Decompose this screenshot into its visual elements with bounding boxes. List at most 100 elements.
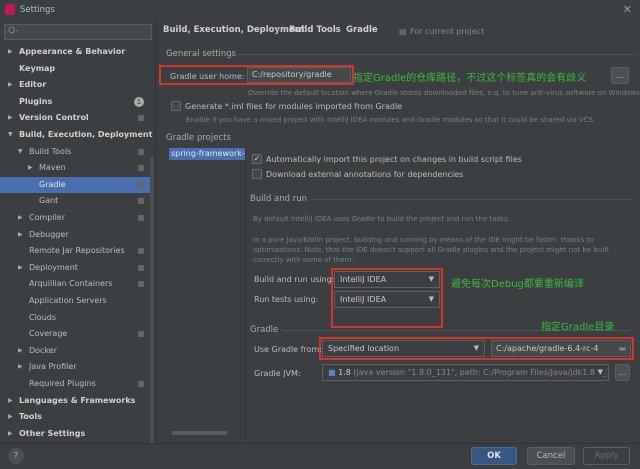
user-home-hint: Override the default location where Grad… bbox=[248, 89, 640, 97]
general-settings-heading: General settings bbox=[166, 49, 236, 59]
sidebar-item-label: Keymap bbox=[19, 61, 55, 77]
sidebar-item-arquillian-containers[interactable]: Arquillian Containers bbox=[0, 276, 150, 292]
sidebar-item-label: Deployment bbox=[29, 260, 78, 276]
sidebar-item-build-tools[interactable]: ▼Build Tools bbox=[0, 144, 150, 160]
sidebar-item-tools[interactable]: ▶Tools bbox=[0, 409, 150, 425]
sidebar-item-docker[interactable]: ▶ Docker bbox=[0, 343, 150, 359]
chevron-right-icon[interactable]: ▶ bbox=[18, 343, 23, 359]
sidebar-item-label: Remote Jar Repositories bbox=[29, 243, 125, 259]
chevron-down-icon[interactable]: ▼ bbox=[18, 144, 23, 160]
sidebar-scrollbar[interactable] bbox=[150, 157, 154, 447]
sidebar-item-application-servers[interactable]: Application Servers bbox=[0, 293, 150, 309]
project-level-icon bbox=[138, 198, 144, 204]
browse-user-home-button[interactable]: ... bbox=[611, 67, 629, 84]
gradle-jvm-label: Gradle JVM: bbox=[254, 369, 301, 378]
chevron-right-icon[interactable]: ▶ bbox=[8, 393, 13, 409]
project-level-icon bbox=[138, 248, 144, 254]
sidebar-item-label: Editor bbox=[19, 77, 46, 93]
chevron-right-icon[interactable]: ▶ bbox=[28, 160, 33, 176]
sidebar-item-label: Docker bbox=[29, 343, 57, 359]
jvm-more-button[interactable]: ... bbox=[615, 364, 630, 381]
sidebar-item-appearance-behavior[interactable]: ▶ Appearance & Behavior bbox=[0, 44, 150, 60]
download-annotations-checkbox[interactable] bbox=[252, 169, 262, 179]
chevron-down-icon[interactable]: ▼ bbox=[8, 127, 13, 143]
gradle-location-value: C:/apache/gradle-6.4-rc-4 bbox=[496, 344, 598, 353]
sidebar-item-compiler[interactable]: ▶Compiler bbox=[0, 210, 150, 226]
sidebar-item-label: Appearance & Behavior bbox=[19, 44, 125, 60]
chevron-down-icon: ▼ bbox=[429, 272, 434, 287]
sidebar-item-plugins[interactable]: Plugins1 bbox=[0, 94, 150, 110]
project-list: spring-framework-m bbox=[169, 148, 246, 443]
cancel-button[interactable]: Cancel bbox=[527, 447, 575, 465]
annotation-build-run: 避免每次Debug都要重新编译 bbox=[451, 275, 584, 290]
auto-import-label: Automatically import this project on cha… bbox=[266, 155, 522, 164]
generate-iml-checkbox[interactable] bbox=[171, 101, 181, 111]
chevron-right-icon[interactable]: ▶ bbox=[8, 110, 13, 126]
window-title: Settings bbox=[20, 5, 55, 15]
build-run-using-select[interactable]: IntelliJ IDEA ▼ bbox=[334, 271, 440, 288]
settings-sidebar: Q- ▶ Appearance & BehaviorKeymap ▶ EditorPl… bbox=[0, 20, 155, 443]
sidebar-item-label: Version Control bbox=[19, 110, 89, 126]
sidebar-item-version-control[interactable]: ▶ Version Control bbox=[0, 110, 150, 126]
sidebar-item-build-execution-deployment[interactable]: ▼ Build, Execution, Deployment bbox=[0, 127, 150, 143]
sidebar-item-required-plugins[interactable]: Required Plugins bbox=[0, 376, 150, 392]
chevron-right-icon[interactable]: ▶ bbox=[18, 359, 23, 375]
sidebar-item-remote-jar-repositories[interactable]: Remote Jar Repositories bbox=[0, 243, 150, 259]
sidebar-item-label: Build, Execution, Deployment bbox=[19, 127, 152, 143]
help-icon[interactable]: ? bbox=[8, 448, 24, 464]
sidebar-item-maven[interactable]: ▶Maven bbox=[0, 160, 150, 176]
close-icon[interactable]: ✕ bbox=[623, 3, 632, 16]
build-run-using-label: Build and run using: bbox=[254, 275, 335, 284]
divider bbox=[311, 199, 631, 200]
breadcrumb-build-tools[interactable]: Build Tools bbox=[289, 25, 341, 35]
chevron-right-icon[interactable]: ▶ bbox=[8, 44, 13, 60]
gradle-location-input[interactable]: C:/apache/gradle-6.4-rc-4 ▬ bbox=[491, 340, 631, 357]
sidebar-item-languages-frameworks[interactable]: ▶Languages & Frameworks bbox=[0, 393, 150, 409]
chevron-down-icon: ▼ bbox=[595, 365, 603, 380]
gradle-user-home-input[interactable]: C:/repository/gradle bbox=[247, 67, 351, 83]
sidebar-item-editor[interactable]: ▶ Editor bbox=[0, 77, 150, 93]
build-run-desc1: By default IntelliJ IDEA uses Gradle to … bbox=[253, 215, 510, 223]
gradle-from-value: Specified location bbox=[328, 344, 399, 353]
chevron-right-icon[interactable]: ▶ bbox=[8, 77, 13, 93]
sidebar-item-gant[interactable]: Gant bbox=[0, 193, 150, 209]
chevron-right-icon[interactable]: ▶ bbox=[18, 260, 23, 276]
ok-button[interactable]: OK bbox=[471, 447, 517, 465]
sidebar-item-gradle[interactable]: Gradle bbox=[0, 177, 150, 193]
build-run-value: IntelliJ IDEA bbox=[340, 275, 386, 284]
project-list-scrollbar[interactable] bbox=[172, 431, 227, 435]
sidebar-item-java-profiler[interactable]: ▶ Java Profiler bbox=[0, 359, 150, 375]
gradle-jvm-select[interactable]: ■ 1.8 (java version "1.8.0_131", path: C… bbox=[322, 364, 609, 381]
project-level-icon bbox=[138, 165, 144, 171]
build-run-heading: Build and run bbox=[250, 194, 307, 204]
run-tests-using-select[interactable]: IntelliJ IDEA▼ bbox=[334, 291, 440, 308]
sidebar-item-other-settings[interactable]: ▶Other Settings bbox=[0, 426, 150, 442]
title-bar: Settings ✕ bbox=[0, 0, 640, 20]
project-item[interactable]: spring-framework-m bbox=[169, 148, 245, 160]
sidebar-item-keymap[interactable]: Keymap bbox=[0, 61, 150, 77]
settings-search-input[interactable]: Q- bbox=[4, 24, 152, 40]
chevron-right-icon[interactable]: ▶ bbox=[8, 426, 13, 442]
sidebar-item-coverage[interactable]: Coverage bbox=[0, 326, 150, 342]
project-level-icon bbox=[138, 331, 144, 337]
sidebar-item-debugger[interactable]: ▶Debugger bbox=[0, 227, 150, 243]
search-icon: Q- bbox=[8, 26, 19, 36]
sidebar-item-deployment[interactable]: ▶ Deployment bbox=[0, 260, 150, 276]
scope-icon: ▤ bbox=[399, 27, 407, 36]
sidebar-item-label: Java Profiler bbox=[29, 359, 77, 375]
project-level-icon bbox=[138, 149, 144, 155]
project-level-icon bbox=[138, 215, 144, 221]
folder-icon[interactable]: ▬ bbox=[618, 341, 626, 356]
breadcrumb-build-execution[interactable]: Build, Execution, Deployment bbox=[163, 25, 305, 35]
sidebar-item-clouds[interactable]: Clouds bbox=[0, 310, 150, 326]
gradle-heading: Gradle bbox=[250, 325, 278, 335]
project-level-icon bbox=[138, 115, 144, 121]
chevron-right-icon[interactable]: ▶ bbox=[18, 210, 23, 226]
chevron-right-icon[interactable]: ▶ bbox=[18, 227, 23, 243]
dialog-footer: ? OK Cancel Apply bbox=[0, 443, 640, 469]
use-gradle-from-select[interactable]: Specified location▼ bbox=[322, 340, 485, 357]
auto-import-checkbox[interactable]: ✓ bbox=[252, 154, 262, 164]
apply-button[interactable]: Apply bbox=[583, 447, 630, 465]
chevron-right-icon[interactable]: ▶ bbox=[8, 409, 13, 425]
intellij-logo-icon bbox=[5, 4, 15, 15]
